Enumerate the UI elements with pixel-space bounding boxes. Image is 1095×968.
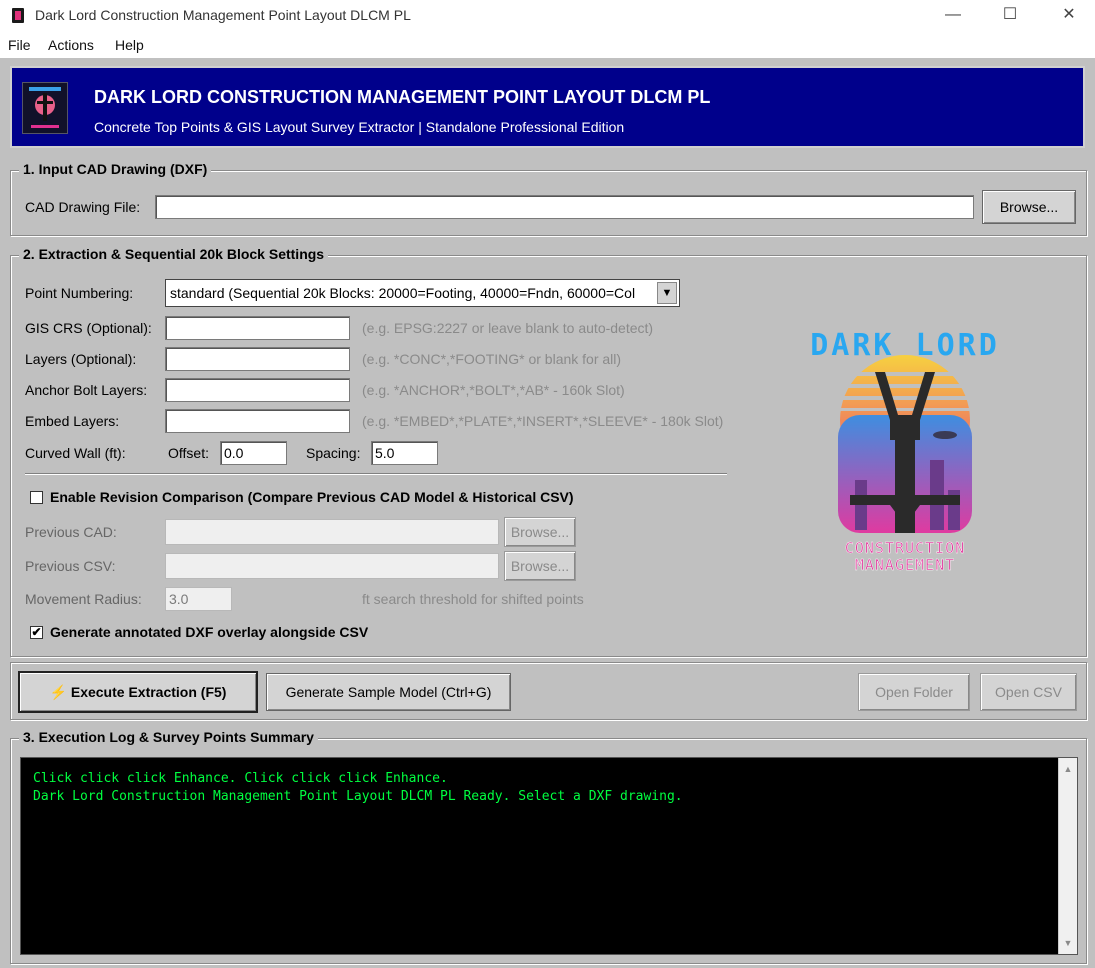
cad-file-input[interactable]: [155, 195, 974, 219]
lightning-icon: ⚡: [49, 684, 67, 700]
scroll-down-icon[interactable]: ▼: [1059, 934, 1077, 952]
movement-radius-input[interactable]: [165, 587, 232, 611]
menu-help[interactable]: Help: [115, 37, 144, 53]
logo-construction-text: CONSTRUCTION: [845, 539, 965, 557]
gis-crs-input[interactable]: [165, 316, 350, 340]
anchor-bolt-input[interactable]: [165, 378, 350, 402]
previous-cad-label: Previous CAD:: [25, 524, 117, 540]
movement-radius-label: Movement Radius:: [25, 591, 142, 607]
previous-cad-browse-button[interactable]: Browse...: [504, 517, 576, 547]
previous-cad-input[interactable]: [165, 519, 499, 545]
input-cad-legend: 1. Input CAD Drawing (DXF): [19, 161, 212, 177]
previous-csv-label: Previous CSV:: [25, 558, 116, 574]
offset-input[interactable]: [220, 441, 287, 465]
title-bar: Dark Lord Construction Management Point …: [0, 0, 1095, 32]
banner-title: DARK LORD CONSTRUCTION MANAGEMENT POINT …: [94, 87, 711, 107]
gis-crs-label: GIS CRS (Optional):: [25, 320, 152, 336]
cad-file-label: CAD Drawing File:: [25, 199, 141, 215]
minimize-button[interactable]: —: [930, 0, 976, 32]
menu-bar: File Actions Help: [0, 32, 1095, 58]
menu-file[interactable]: File: [8, 37, 31, 53]
curved-wall-label: Curved Wall (ft):: [25, 445, 126, 461]
execution-log-legend: 3. Execution Log & Survey Points Summary: [19, 729, 318, 745]
settings-divider: [25, 473, 727, 475]
close-button[interactable]: ✕: [1046, 0, 1092, 32]
point-numbering-select[interactable]: standard (Sequential 20k Blocks: 20000=F…: [165, 279, 680, 307]
banner-subtitle: Concrete Top Points & GIS Layout Survey …: [94, 119, 625, 135]
spacing-label: Spacing:: [306, 445, 361, 461]
extraction-settings-legend: 2. Extraction & Sequential 20k Block Set…: [19, 246, 329, 262]
overlay-label: Generate annotated DXF overlay alongside…: [50, 624, 369, 640]
execution-log[interactable]: Click click click Enhance. Click click c…: [20, 757, 1078, 955]
movement-radius-hint: ft search threshold for shifted points: [362, 591, 584, 607]
banner-logo-icon: [22, 82, 68, 134]
point-numbering-label: Point Numbering:: [25, 285, 134, 301]
overlay-checkbox[interactable]: ✔: [30, 626, 43, 639]
embed-layers-input[interactable]: [165, 409, 350, 433]
maximize-button[interactable]: ☐: [987, 0, 1033, 32]
layers-hint: (e.g. *CONC*,*FOOTING* or blank for all): [362, 351, 622, 367]
revision-checkbox[interactable]: [30, 491, 43, 504]
menu-actions[interactable]: Actions: [48, 37, 94, 53]
layers-label: Layers (Optional):: [25, 351, 137, 367]
scroll-up-icon[interactable]: ▲: [1059, 760, 1077, 778]
log-line: Dark Lord Construction Management Point …: [33, 789, 683, 804]
offset-label: Offset:: [168, 445, 209, 461]
open-csv-button[interactable]: Open CSV: [980, 673, 1077, 711]
log-line: Click click click Enhance. Click click c…: [33, 771, 448, 786]
log-scrollbar[interactable]: ▲ ▼: [1058, 758, 1077, 954]
revision-label: Enable Revision Comparison (Compare Prev…: [50, 489, 574, 505]
window-title: Dark Lord Construction Management Point …: [35, 7, 411, 23]
chevron-down-icon[interactable]: ▼: [657, 282, 677, 304]
embed-layers-hint: (e.g. *EMBED*,*PLATE*,*INSERT*,*SLEEVE* …: [362, 413, 724, 429]
anchor-bolt-hint: (e.g. *ANCHOR*,*BOLT*,*AB* - 160k Slot): [362, 382, 625, 398]
generate-sample-button[interactable]: Generate Sample Model (Ctrl+G): [266, 673, 511, 711]
anchor-bolt-label: Anchor Bolt Layers:: [25, 382, 148, 398]
execute-extraction-label: Execute Extraction (F5): [70, 684, 227, 700]
previous-csv-input[interactable]: [165, 553, 499, 579]
previous-csv-browse-button[interactable]: Browse...: [504, 551, 576, 581]
dark-lord-logo: DARK LORD CONSTRUCTION MANAGEMENT: [780, 320, 1030, 590]
app-icon: [12, 8, 24, 23]
point-numbering-value: standard (Sequential 20k Blocks: 20000=F…: [170, 285, 636, 301]
header-banner: DARK LORD CONSTRUCTION MANAGEMENT POINT …: [10, 66, 1085, 148]
layers-input[interactable]: [165, 347, 350, 371]
gis-crs-hint: (e.g. EPSG:2227 or leave blank to auto-d…: [362, 320, 654, 336]
embed-layers-label: Embed Layers:: [25, 413, 120, 429]
spacing-input[interactable]: [371, 441, 438, 465]
logo-management-text: MANAGEMENT: [855, 556, 955, 574]
cad-browse-button[interactable]: Browse...: [982, 190, 1076, 224]
open-folder-button[interactable]: Open Folder: [858, 673, 970, 711]
execute-extraction-button[interactable]: ⚡ Execute Extraction (F5): [18, 671, 258, 713]
